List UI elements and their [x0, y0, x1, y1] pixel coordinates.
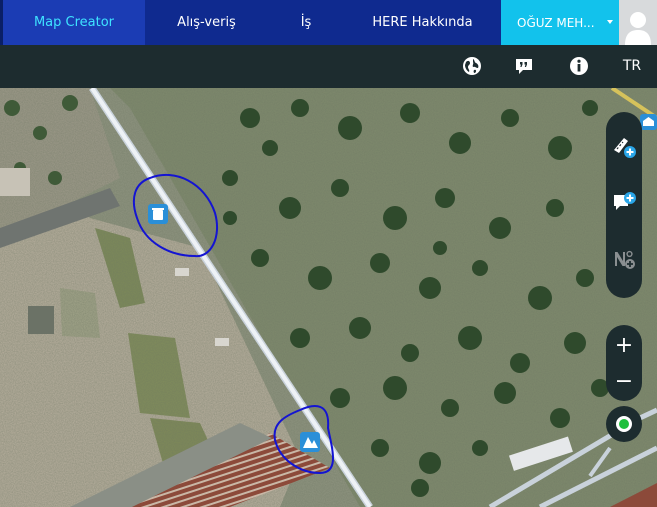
my-location-icon	[616, 416, 632, 432]
my-location-button[interactable]	[606, 406, 642, 442]
tab-alisveris[interactable]: Alış-veriş	[145, 0, 268, 45]
satellite-map[interactable]: + −	[0, 88, 657, 507]
avatar[interactable]	[619, 0, 657, 45]
map-creator-app: Map Creator Alış-veriş İş HERE Hakkında …	[0, 0, 657, 507]
add-house-number-button[interactable]	[608, 242, 640, 276]
toolbar: TR	[0, 45, 657, 88]
zoom-out-button[interactable]: −	[606, 363, 642, 399]
vehicle	[215, 338, 229, 346]
add-road-button[interactable]	[608, 130, 640, 164]
feedback-bubble-icon	[516, 59, 532, 74]
chevron-down-icon	[607, 20, 613, 24]
info-button[interactable]	[566, 53, 592, 79]
building	[0, 168, 30, 196]
tab-map-creator[interactable]: Map Creator	[0, 0, 145, 45]
building	[28, 306, 54, 334]
user-name: OĞUZ MEH...	[517, 15, 595, 30]
editing-tools-panel	[606, 112, 642, 298]
waste-bin-poi-icon[interactable]	[148, 204, 168, 224]
add-road-icon	[614, 138, 636, 158]
user-silhouette-icon	[625, 12, 651, 45]
zoom-controls: + −	[606, 325, 642, 401]
park-poi-icon[interactable]	[300, 432, 320, 452]
top-navigation: Map Creator Alış-veriş İş HERE Hakkında …	[0, 0, 657, 45]
globe-button[interactable]	[459, 53, 485, 79]
zoom-in-button[interactable]: +	[606, 327, 642, 363]
feedback-button[interactable]	[511, 53, 537, 79]
language-button[interactable]: TR	[618, 53, 646, 79]
info-icon	[570, 57, 588, 75]
vehicle	[175, 268, 189, 276]
globe-icon	[463, 57, 481, 75]
tab-is[interactable]: İş	[268, 0, 344, 45]
add-comment-button[interactable]	[608, 186, 640, 220]
add-house-number-icon	[615, 250, 635, 269]
map-canvas[interactable]	[0, 88, 657, 507]
user-menu-dropdown[interactable]: OĞUZ MEH...	[501, 0, 619, 45]
tab-here-hakkinda[interactable]: HERE Hakkında	[344, 0, 501, 45]
add-comment-icon	[614, 192, 636, 210]
